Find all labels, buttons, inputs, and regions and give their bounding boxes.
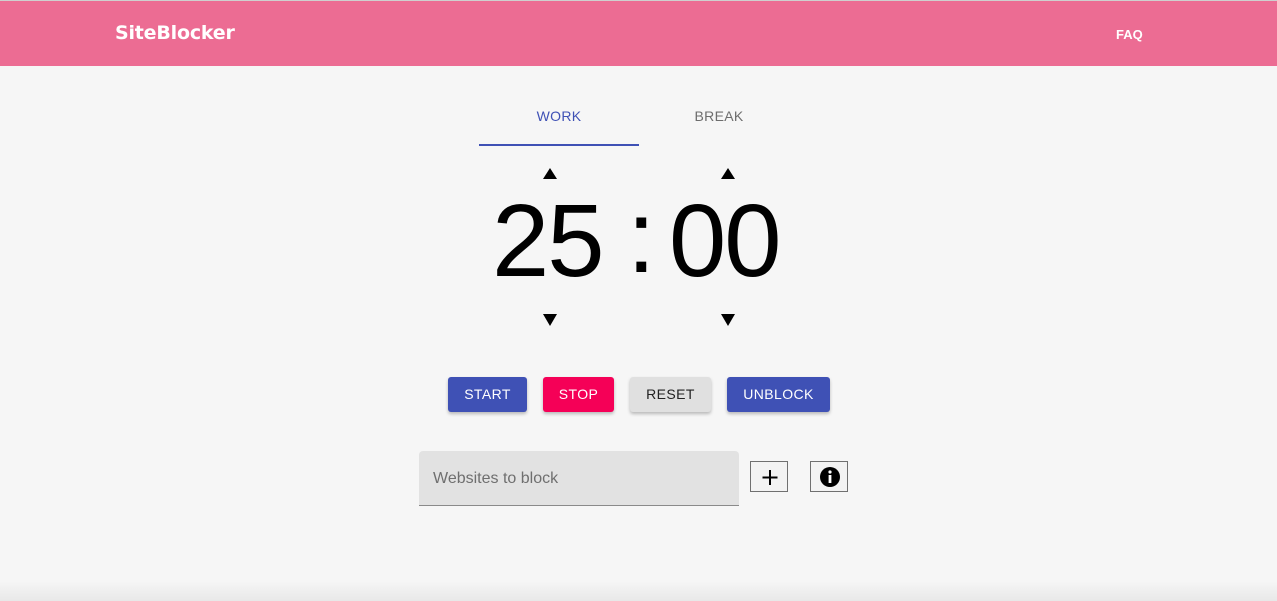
app-page: SiteBlocker FAQ WORK BREAK 25 : 00 START… [0, 0, 1277, 601]
tab-break-label: BREAK [694, 108, 744, 124]
info-icon [820, 467, 840, 487]
faq-link[interactable]: FAQ [1116, 27, 1143, 42]
bottom-edge [0, 581, 1277, 601]
minutes-decrement-icon[interactable] [543, 314, 557, 326]
mode-tabs: WORK BREAK [479, 97, 799, 146]
start-button[interactable]: START [448, 377, 527, 412]
minutes-display: 25 [492, 183, 605, 298]
seconds-increment-icon[interactable] [721, 168, 735, 179]
tab-work[interactable]: WORK [479, 97, 639, 146]
add-website-button[interactable] [750, 461, 788, 492]
reset-button[interactable]: RESET [630, 377, 711, 412]
website-input-field [419, 451, 739, 506]
info-button[interactable] [810, 461, 848, 492]
seconds-display: 00 [669, 183, 782, 298]
unblock-button[interactable]: UNBLOCK [727, 377, 830, 412]
tab-work-label: WORK [536, 108, 582, 124]
brand-logo-text[interactable]: SiteBlocker [115, 22, 235, 44]
minutes-increment-icon[interactable] [543, 168, 557, 179]
top-navbar: SiteBlocker FAQ [0, 1, 1277, 66]
tab-break[interactable]: BREAK [639, 97, 799, 144]
time-separator: : [627, 179, 656, 294]
website-input[interactable] [431, 466, 731, 492]
stop-button[interactable]: STOP [543, 377, 614, 412]
plus-icon [762, 470, 778, 485]
seconds-decrement-icon[interactable] [721, 314, 735, 326]
